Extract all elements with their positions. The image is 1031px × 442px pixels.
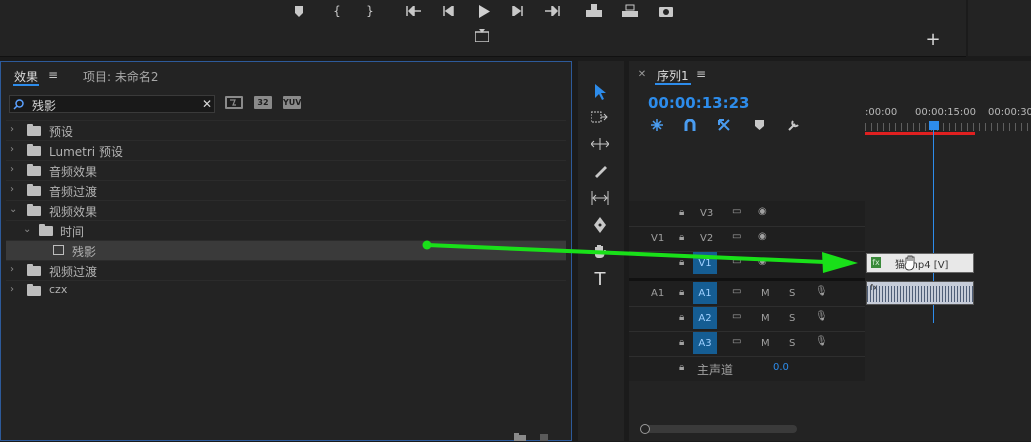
drag-arrow [422,240,858,273]
hand-cursor-icon [903,254,917,272]
